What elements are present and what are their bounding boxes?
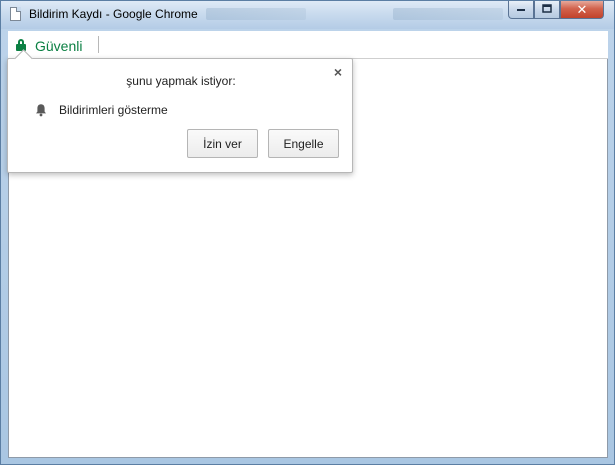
- page-icon: [10, 7, 21, 21]
- maximize-icon: [542, 3, 552, 16]
- allow-button[interactable]: İzin ver: [187, 129, 258, 158]
- minimize-button[interactable]: [508, 1, 534, 19]
- block-button[interactable]: Engelle: [268, 129, 339, 158]
- window-controls: ✕: [508, 1, 604, 21]
- background-blur: [393, 8, 503, 20]
- window-title: Bildirim Kaydı - Google Chrome: [29, 7, 198, 21]
- bell-icon: [34, 103, 48, 117]
- title-bar[interactable]: Bildirim Kaydı - Google Chrome ✕: [1, 1, 614, 29]
- background-blur: [206, 8, 306, 20]
- permission-prompt: şunu yapmak istiyor: × Bildirimleri göst…: [7, 58, 353, 173]
- prompt-close-icon[interactable]: ×: [331, 65, 345, 79]
- lock-icon[interactable]: [16, 39, 26, 51]
- permission-text: Bildirimleri gösterme: [59, 103, 168, 117]
- close-icon: ✕: [576, 2, 588, 17]
- minimize-icon: [516, 4, 526, 15]
- omnibox-divider: [98, 36, 99, 53]
- close-button[interactable]: ✕: [560, 1, 604, 19]
- security-label[interactable]: Güvenli: [35, 38, 82, 54]
- omnibox[interactable]: Güvenli: [8, 31, 608, 59]
- maximize-button[interactable]: [534, 1, 560, 19]
- browser-window: Bildirim Kaydı - Google Chrome ✕ Güvenli: [0, 0, 615, 465]
- prompt-title: şunu yapmak istiyor:: [126, 74, 236, 88]
